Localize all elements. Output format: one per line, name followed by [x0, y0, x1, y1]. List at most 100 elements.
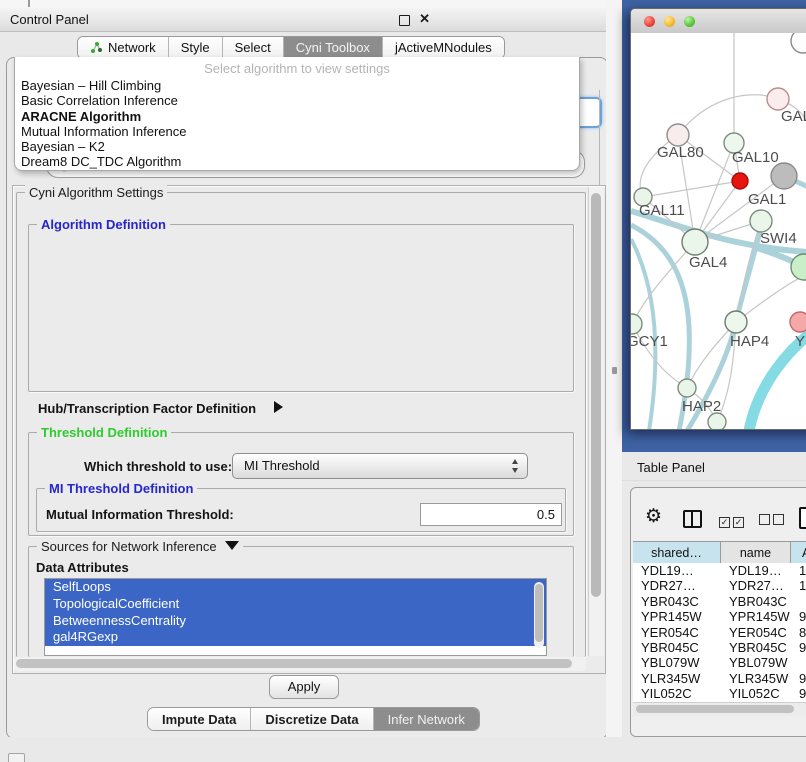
settings-vertical-scrollbar[interactable]	[588, 187, 604, 656]
network-node-label: GAL11	[639, 202, 685, 219]
network-node[interactable]	[790, 312, 806, 332]
table-cell: 12	[791, 578, 806, 593]
tab-jactivemnodules-label: jActiveMNodules	[395, 40, 492, 55]
top-tick	[28, 0, 30, 7]
network-node-label: GCY1	[630, 333, 668, 350]
mi-threshold-field[interactable]: 0.5	[420, 503, 562, 526]
network-node[interactable]	[708, 413, 726, 429]
tab-discretize-data[interactable]: Discretize Data	[251, 708, 373, 730]
minimize-traffic-light-icon[interactable]	[664, 16, 675, 27]
table-cell: YBL079W	[721, 655, 791, 670]
tab-select-label: Select	[235, 40, 271, 55]
table-row[interactable]: YPR145WYPR145W9.	[633, 609, 806, 624]
algorithm-option[interactable]: Basic Correlation Inference	[21, 93, 573, 108]
algorithm-option[interactable]: Bayesian – K2	[21, 139, 573, 154]
sources-collapse-icon[interactable]	[225, 541, 239, 550]
data-attribute-item[interactable]: BetweennessCentrality	[45, 613, 546, 630]
table-cell: YBR043C	[721, 594, 791, 609]
table-cell: YIL052C	[721, 686, 791, 701]
table-hscroll-thumb[interactable]	[636, 705, 794, 713]
table-cell: YLR345W	[633, 671, 721, 686]
table-panel-window[interactable]: ⚙ ✓✓ shared… name A YDL19…YDL19…13YDR27……	[630, 487, 806, 737]
select-all-checks-icon[interactable]: ✓✓	[719, 512, 747, 530]
attr-list-scroll-thumb[interactable]	[535, 584, 543, 642]
settings-vscroll-thumb[interactable]	[591, 193, 601, 597]
table-row[interactable]: YDL19…YDL19…13	[633, 563, 806, 578]
table-cell	[791, 655, 806, 670]
table-cell: YPR145W	[721, 609, 791, 624]
data-attributes-list[interactable]: SelfLoopsTopologicalCoefficientBetweenne…	[44, 578, 547, 656]
float-window-icon[interactable]	[399, 15, 410, 26]
tab-impute-data[interactable]: Impute Data	[148, 708, 251, 730]
network-node-label: HAP4	[730, 333, 769, 350]
network-node[interactable]	[771, 163, 797, 189]
network-canvas[interactable]: GALGAL80GAL10GAL11GAL1SWI4GAL4GCY1HAP4YH…	[631, 33, 806, 429]
settings-horizontal-scrollbar[interactable]	[14, 657, 586, 671]
network-window-titlebar[interactable]	[631, 9, 806, 34]
table-row[interactable]: YBR045CYBR045C9.	[633, 640, 806, 655]
data-attribute-item[interactable]: SelfLoops	[45, 579, 546, 596]
table-body: YDL19…YDL19…13YDR27…YDR27…12YBR043CYBR04…	[633, 563, 806, 702]
column-header-shared-name[interactable]: shared…	[633, 542, 721, 564]
table-cell: YDL19…	[633, 563, 721, 578]
data-attributes-label: Data Attributes	[36, 560, 129, 575]
network-node[interactable]	[767, 88, 789, 110]
network-node[interactable]	[678, 379, 696, 397]
zoom-traffic-light-icon[interactable]	[684, 16, 695, 27]
tab-cyni-toolbox[interactable]: Cyni Toolbox	[284, 37, 383, 58]
network-node[interactable]	[631, 314, 642, 334]
network-node[interactable]	[667, 124, 689, 146]
tab-style[interactable]: Style	[169, 37, 223, 58]
bottom-strip	[0, 737, 806, 762]
divider-handle-icon[interactable]	[612, 367, 617, 374]
column-header-name[interactable]: name	[721, 542, 791, 564]
table-row[interactable]: YDR27…YDR27…12	[633, 578, 806, 593]
group-border-fragment	[599, 90, 600, 185]
algorithm-option[interactable]: Bayesian – Hill Climbing	[21, 78, 573, 93]
algorithm-definition-group: Algorithm Definition	[28, 224, 574, 392]
algorithm-option[interactable]: ARACNE Algorithm	[21, 109, 573, 124]
algorithm-option[interactable]: Dream8 DC_TDC Algorithm	[21, 154, 573, 169]
column-header-partial[interactable]: A	[791, 542, 806, 564]
tab-infer-network[interactable]: Infer Network	[374, 708, 479, 730]
algorithm-definition-title: Algorithm Definition	[37, 217, 170, 232]
minimized-panel-icon[interactable]	[8, 753, 25, 762]
network-node[interactable]	[750, 210, 772, 232]
table-row[interactable]: YIL052CYIL052C9	[633, 686, 806, 701]
table-row[interactable]: YBR043CYBR043C	[633, 594, 806, 609]
settings-hscroll-thumb[interactable]	[16, 659, 572, 668]
hub-expand-icon[interactable]	[274, 401, 283, 413]
close-traffic-light-icon[interactable]	[644, 16, 655, 27]
table-row[interactable]: YBL079WYBL079W	[633, 655, 806, 670]
gear-icon[interactable]: ⚙	[645, 507, 662, 526]
control-panel-tabs: Network Style Select Cyni Toolbox jActiv…	[77, 36, 505, 59]
table-horizontal-scrollbar[interactable]	[633, 702, 806, 716]
tab-select[interactable]: Select	[223, 37, 284, 58]
apply-button[interactable]: Apply	[269, 675, 339, 699]
tab-network[interactable]: Network	[78, 37, 169, 58]
network-view-window[interactable]: GALGAL80GAL10GAL11GAL1SWI4GAL4GCY1HAP4YH…	[630, 8, 806, 430]
table-cell: YDR27…	[633, 578, 721, 593]
close-icon[interactable]: ✕	[419, 11, 430, 27]
network-node[interactable]	[682, 229, 708, 255]
algorithm-option[interactable]: Mutual Information Inference	[21, 124, 573, 139]
which-threshold-value: MI Threshold	[244, 458, 320, 473]
table-cell: YDR27…	[721, 578, 791, 593]
network-node[interactable]	[732, 173, 748, 189]
table-row[interactable]: YLR345WYLR345W9.	[633, 671, 806, 686]
panel-divider[interactable]	[606, 0, 622, 762]
tab-discretize-data-label: Discretize Data	[265, 712, 358, 727]
tab-jactivemnodules[interactable]: jActiveMNodules	[383, 37, 504, 58]
network-node[interactable]	[791, 33, 806, 53]
column-layout-icon[interactable]	[683, 510, 702, 528]
data-attribute-item[interactable]: gal4RGexp	[45, 629, 546, 646]
network-node[interactable]	[725, 311, 747, 333]
cyni-algorithm-settings-title: Cyni Algorithm Settings	[25, 185, 167, 200]
table-row[interactable]: YER054CYER054C8.	[633, 625, 806, 640]
attr-list-scrollbar[interactable]	[534, 582, 544, 648]
export-table-icon[interactable]	[799, 507, 806, 529]
which-threshold-combo[interactable]: MI Threshold	[232, 453, 528, 479]
deselect-all-checks-icon[interactable]	[759, 512, 787, 530]
data-attribute-item[interactable]: TopologicalCoefficient	[45, 596, 546, 613]
network-node[interactable]	[791, 254, 806, 280]
